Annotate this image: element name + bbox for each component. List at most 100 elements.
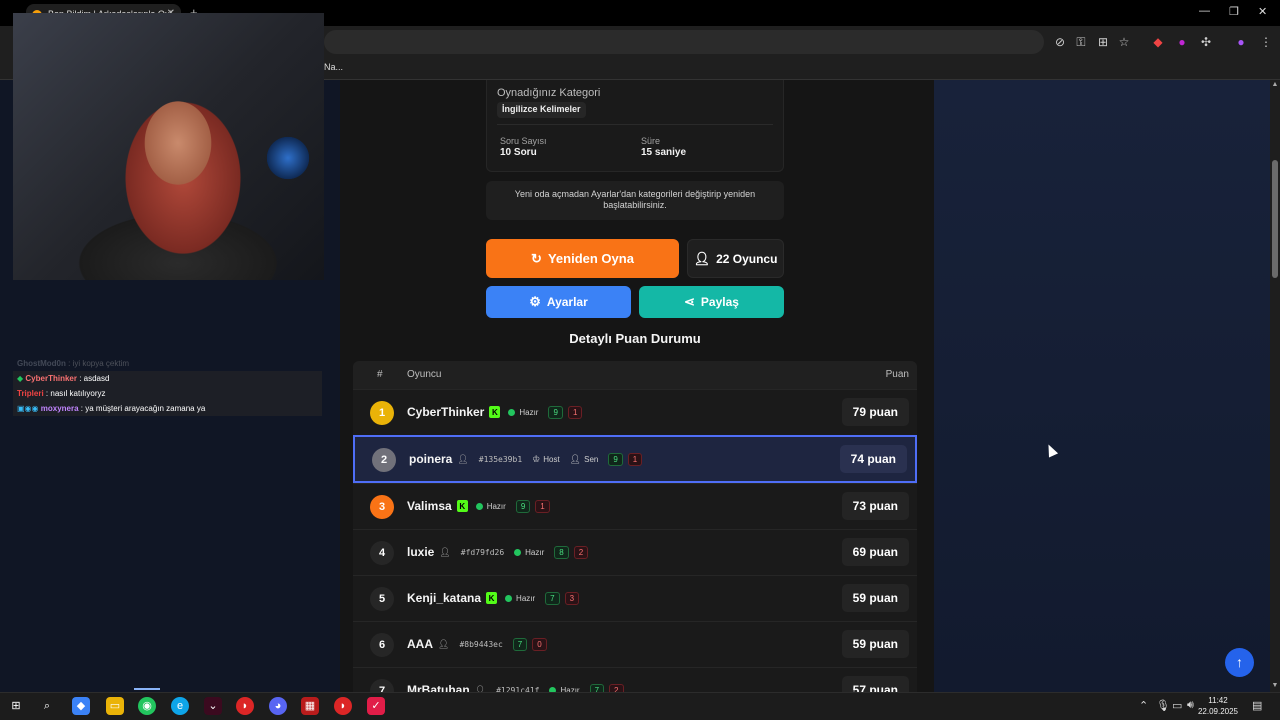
user-icon: 👤︎ [457,453,469,464]
minimize-button[interactable]: — [1199,5,1210,17]
settings-notice: Yeni oda açmadan Ayarlar'dan kategoriler… [486,181,784,220]
tray-chevron-icon[interactable]: ⌃ [1139,699,1148,712]
settings-button[interactable]: ⚙ Ayarlar [486,286,631,318]
app-icon-3[interactable]: ▦ [301,697,319,715]
player-name: Valimsa [407,499,452,513]
profile-avatar-icon[interactable]: ● [1234,35,1248,49]
ready-status: Hazır [508,408,538,417]
wrong-count: 1 [627,452,643,466]
scroll-to-top-button[interactable]: ↑ [1225,648,1254,677]
wrong-count: 1 [535,499,550,513]
player-id: #135e39b1 [478,454,523,464]
kebab-menu-icon[interactable]: ⋮ [1259,35,1273,49]
leaderboard-table: # Oyuncu Puan 1 CyberThinker K Hazır 9 1… [353,361,917,701]
header-player: Oyuncu [407,369,442,380]
ready-status: Hazır [475,502,506,511]
chat-text: : iyi kopya çektim [68,359,130,368]
correct-count: 7 [545,591,560,605]
volume-icon[interactable]: 🔊︎ [1187,699,1194,712]
players-button[interactable]: 👤︎ 22 Oyuncu [687,239,784,278]
question-count-value: 10 Soru [500,147,537,158]
chat-overlay: GhostMod0n : iyi kopya çektim ◆ CyberThi… [13,356,322,418]
install-app-icon[interactable]: ⊞ [1096,35,1110,49]
table-row-current-user: 2 poinera 👤︎ #135e39b1 ♔ Host 👤︎ Sen 9 1 7… [353,435,917,483]
file-explorer-icon[interactable]: ▭ [106,697,124,715]
start-icon[interactable]: ⊞ [7,697,25,715]
chat-text: : ya müşteri arayacağın zamana ya [80,404,206,413]
score-badge: 59 puan [841,584,909,612]
maximize-button[interactable]: ❐ [1229,5,1239,18]
correct-count: 9 [515,499,531,513]
network-icon[interactable]: ▭ [1172,699,1182,712]
chat-text: : asdasd [79,374,110,383]
taskbar-clock[interactable]: 11:42 22.09.2025 [1196,695,1240,717]
chat-message: Tripleri : nasıl katılıyoryz [13,386,322,401]
share-label: Paylaş [700,295,739,309]
clock-date: 22.09.2025 [1197,707,1239,716]
player-name: CyberThinker [407,405,485,419]
extension-purple-icon[interactable]: ● [1175,35,1189,49]
password-key-icon[interactable]: ⚿ [1074,35,1088,49]
user-icon: 👤︎ [439,546,451,557]
duration-value: 15 saniye [641,147,687,158]
puzzle-icon[interactable]: ✣ [1199,35,1213,49]
check-icon [508,408,516,416]
scroll-down-arrow-icon[interactable]: ▼ [1270,682,1280,689]
kick-badge-icon: K [486,592,498,604]
translate-off-icon[interactable]: ⊘ [1053,35,1067,49]
notifications-icon[interactable]: ▤ [1252,699,1262,712]
app-icon-2[interactable]: ◗ [236,697,254,715]
kick-badge-icon: K [456,500,468,512]
chat-message: ▣◉◉ moxynera : ya müşteri arayacağın zam… [13,401,322,416]
microphone-icon[interactable]: 🎙︎ [1156,699,1170,712]
correct-count: 9 [548,405,563,419]
chrome-icon[interactable]: ◉ [138,697,156,715]
player-id: #8b9443ec [459,639,503,649]
duration-label: Süre [641,136,661,146]
correct-count: 7 [512,637,528,651]
chat-user: CyberThinker [25,374,77,383]
header-rank: # [377,369,383,380]
webcam-overlay [13,13,324,280]
replay-button[interactable]: ↻ Yeniden Oyna [486,239,679,278]
player-name: poinera [409,452,453,466]
rank-badge: 6 [370,633,394,657]
correct-count: 9 [608,452,623,466]
check-icon [514,548,522,556]
crown-icon: ♔ [532,453,541,464]
chat-text: : nasıl katılıyoryz [45,389,106,398]
wrong-count: 0 [532,637,547,651]
settings-label: Ayarlar [546,295,588,309]
rank-badge: 3 [370,495,394,519]
bookmark-item[interactable]: Na... [324,62,343,72]
copilot-icon[interactable]: ◆ [72,697,90,715]
chat-badge-icon: ◆ [17,374,24,383]
app-icon-1[interactable]: ⌄ [204,697,222,715]
chat-user: Tripleri [17,389,44,398]
scroll-up-arrow-icon[interactable]: ▲ [1270,81,1280,88]
you-tag: 👤︎ Sen [569,453,599,464]
scrollbar-thumb[interactable] [1272,160,1278,278]
user-icon: 👤︎ [569,453,582,464]
wrong-count: 2 [573,545,589,559]
star-icon[interactable]: ☆ [1117,35,1131,49]
right-background [934,80,1270,692]
chat-message: ◆ CyberThinker : asdasd [13,371,322,386]
score-badge: 69 puan [841,538,909,566]
share-button[interactable]: ⋖ Paylaş [639,286,784,318]
address-bar[interactable] [324,30,1044,54]
close-window-button[interactable]: ✕ [1258,5,1267,18]
edge-icon[interactable]: e [171,697,189,715]
replay-label: Yeniden Oyna [547,251,634,266]
chat-badge-icon: ▣◉◉ [17,404,39,413]
score-badge: 73 puan [841,492,909,520]
app-icon-4[interactable]: ◗ [334,697,352,715]
extension-red-icon[interactable]: ◆ [1151,35,1165,49]
category-chip: İngilizce Kelimeler [497,102,586,118]
host-tag: ♔ Host [532,453,560,464]
app-icon-5[interactable]: ✓ [367,697,385,715]
search-icon[interactable]: ⌕ [38,697,56,715]
discord-icon[interactable]: ◕ [269,697,287,715]
rank-badge: 4 [370,541,394,565]
user-icon: 👤︎ [438,638,450,649]
